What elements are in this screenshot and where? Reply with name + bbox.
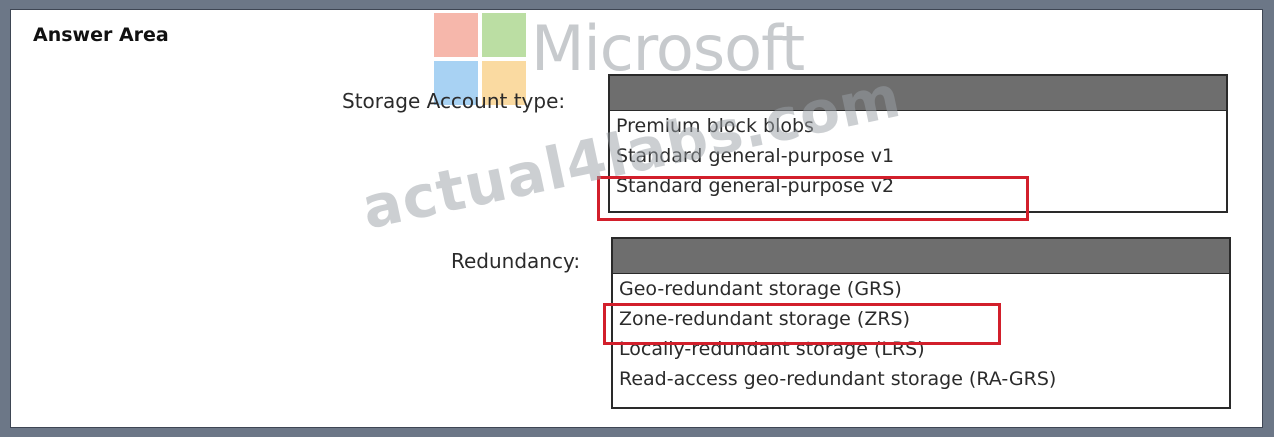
logo-green-square (482, 13, 526, 57)
logo-red-square (434, 13, 478, 57)
option-ra-grs[interactable]: Read-access geo-redundant storage (RA-GR… (613, 364, 1229, 394)
answer-area-title: Answer Area (33, 24, 169, 46)
storage-account-type-label: Storage Account type: (342, 89, 566, 113)
selected-answer-highlight-storage-type (597, 176, 1029, 221)
redundancy-label: Redundancy: (451, 249, 581, 273)
selected-answer-highlight-redundancy (603, 303, 1001, 345)
option-grs[interactable]: Geo-redundant storage (GRS) (613, 274, 1229, 304)
redundancy-dropdown-header[interactable] (613, 239, 1229, 274)
answer-area-panel: Answer Area Microsoft Storage Account ty… (10, 9, 1263, 428)
